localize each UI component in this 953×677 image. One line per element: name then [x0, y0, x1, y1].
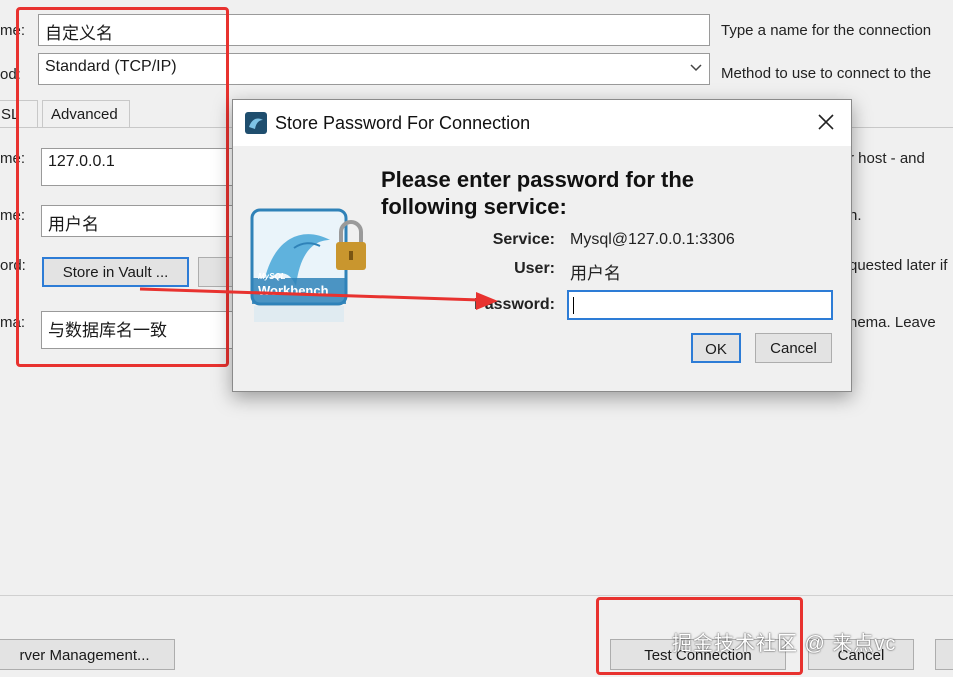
- dialog-title: Store Password For Connection: [275, 113, 531, 133]
- hostname-help: r host - and: [849, 150, 925, 167]
- service-value: Mysql@127.0.0.1:3306: [570, 231, 735, 248]
- dialog-heading-line1: Please enter password for the: [381, 167, 694, 192]
- password-help: quested later if: [849, 257, 948, 274]
- workbench-logo: MySQL Workbench: [250, 206, 370, 336]
- ok-button-partial[interactable]: [935, 639, 953, 670]
- dialog-ok-button[interactable]: OK: [691, 333, 741, 363]
- user-label: User:: [514, 260, 555, 277]
- chevron-down-icon: [689, 60, 703, 79]
- password-field-label: Password:: [474, 296, 555, 313]
- site-watermark: 掘金技术社区 @ 来点vc: [672, 633, 897, 655]
- dialog-titlebar: Store Password For Connection: [233, 100, 851, 146]
- service-label: Service:: [492, 231, 555, 248]
- connection-name-help: Type a name for the connection: [721, 22, 932, 39]
- dialog-cancel-button[interactable]: Cancel: [755, 333, 832, 363]
- footer-divider: [0, 595, 953, 596]
- text-caret: [573, 297, 574, 314]
- workbench-app-icon: [245, 112, 267, 139]
- password-input[interactable]: [567, 290, 833, 320]
- store-password-dialog: Store Password For Connection MySQL Work…: [232, 99, 852, 392]
- dialog-heading-line2: following service:: [381, 194, 567, 219]
- logo-text-workbench: Workbench: [258, 283, 329, 298]
- configure-server-management-button[interactable]: rver Management...: [0, 639, 175, 670]
- connection-method-help: Method to use to connect to the: [721, 65, 932, 82]
- close-icon[interactable]: [815, 111, 837, 133]
- user-value: 用户名: [570, 264, 621, 283]
- default-schema-help: hema. Leave: [849, 314, 936, 331]
- logo-text-mysql: MySQL: [258, 272, 286, 281]
- dialog-heading: Please enter password for the following …: [381, 166, 694, 220]
- annotation-box-fields: [16, 7, 229, 367]
